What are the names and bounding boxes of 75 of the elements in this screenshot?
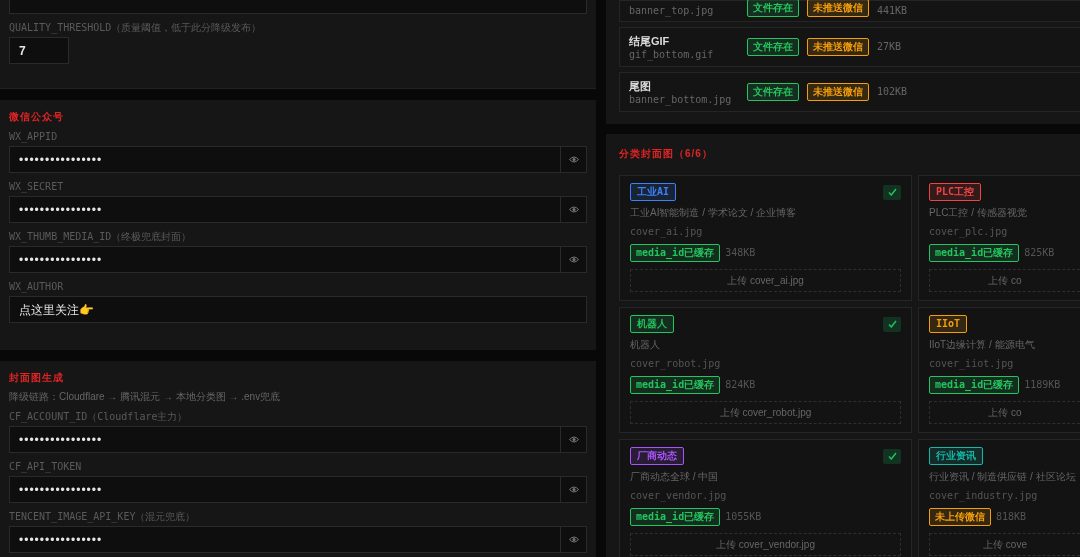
status-badge: media_id已缓存 — [630, 244, 721, 263]
password-field[interactable]: •••••••••••••••• — [9, 246, 560, 273]
field-label: TENCENT_IMAGE_API_KEY（混元兜底） — [9, 511, 197, 523]
file-size: 1055KB — [725, 511, 762, 524]
asset-name: 尾图 — [629, 78, 652, 94]
section-title: 封面图生成 — [9, 372, 65, 384]
status-badge: 未推送微信 — [807, 38, 869, 56]
file-size: 102KB — [877, 86, 908, 98]
file-name: cover_plc.jpg — [929, 225, 1009, 238]
status-badge: 未上传微信 — [929, 508, 991, 527]
field-label: CF_ACCOUNT_ID（Cloudflare主力） — [9, 411, 189, 423]
show-password-button[interactable] — [560, 196, 587, 223]
file-size: 1189KB — [1024, 379, 1061, 392]
password-field[interactable]: •••••••••••••••• — [9, 146, 560, 173]
show-password-button[interactable] — [560, 246, 587, 273]
section-note: 降级链路：Cloudflare → 腾讯混元 → 本地分类图 → .env兜底 — [9, 391, 282, 403]
category-description: 行业资讯 / 制造供应链 / 社区论坛 — [929, 470, 1077, 483]
file-size: 818KB — [996, 511, 1027, 524]
file-name: cover_industry.jpg — [929, 489, 1039, 502]
password-field[interactable]: •••••••••••••••• — [9, 196, 560, 223]
show-password-button[interactable] — [560, 426, 587, 453]
eye-icon — [568, 156, 579, 163]
category-description: IIoT边缘计算 / 能源电气 — [929, 338, 1036, 351]
file-size: 348KB — [725, 247, 756, 260]
password-field[interactable]: •••••••••••••••• — [9, 526, 560, 553]
file-name: gif_bottom.gif — [629, 49, 715, 62]
status-badge: media_id已缓存 — [630, 508, 721, 527]
show-password-button[interactable] — [560, 146, 587, 173]
show-password-button[interactable] — [560, 476, 587, 503]
file-name: cover_ai.jpg — [630, 225, 704, 238]
status-badge: 文件存在 — [747, 83, 799, 101]
category-description: 工业AI智能制造 / 学术论文 / 企业博客 — [630, 206, 798, 219]
input-field[interactable]: 7 — [9, 37, 69, 64]
field-label: WX_AUTHOR — [9, 281, 65, 293]
file-name: banner_top.jpg — [629, 5, 715, 17]
status-badge: media_id已缓存 — [929, 244, 1020, 263]
file-name: cover_robot.jpg — [630, 357, 722, 370]
file-size: 441KB — [877, 5, 908, 17]
eye-icon — [568, 436, 579, 443]
status-badge: media_id已缓存 — [630, 376, 721, 395]
category-description: PLC工控 / 传感器视觉 — [929, 206, 1028, 219]
eye-icon — [568, 206, 579, 213]
file-size: 824KB — [725, 379, 756, 392]
input-field[interactable]: 点这里关注👉 — [9, 296, 587, 323]
field-label: WX_APPID — [9, 131, 59, 143]
status-badge: media_id已缓存 — [929, 376, 1020, 395]
status-badge: 文件存在 — [747, 38, 799, 56]
category-description: 厂商动态全球 / 中国 — [630, 470, 720, 483]
eye-icon — [568, 536, 579, 543]
eye-icon — [568, 486, 579, 493]
category-tag: 工业AI — [630, 183, 677, 201]
category-tag: 厂商动态 — [630, 447, 684, 465]
file-name: cover_vendor.jpg — [630, 489, 728, 502]
field-label: CF_API_TOKEN — [9, 461, 83, 473]
category-tag: 行业资讯 — [929, 447, 983, 465]
show-password-button[interactable] — [560, 526, 587, 553]
category-tag: PLC工控 — [929, 183, 982, 201]
eye-icon — [568, 256, 579, 263]
file-name: banner_bottom.jpg — [629, 94, 733, 107]
section-title: 微信公众号 — [9, 111, 65, 123]
category-description: 机器人 — [630, 338, 661, 351]
password-field[interactable]: •••••••••••••••• — [9, 426, 560, 453]
file-name: cover_iiot.jpg — [929, 357, 1015, 370]
category-tag: IIoT — [929, 315, 968, 333]
category-tag: 机器人 — [630, 315, 674, 333]
file-size: 825KB — [1024, 247, 1055, 260]
file-size: 27KB — [877, 41, 902, 53]
field-label: WX_SECRET — [9, 181, 65, 193]
status-badge: 文件存在 — [747, 0, 799, 17]
asset-name: 结尾GIF — [629, 33, 671, 49]
password-field[interactable]: •••••••••••••••• — [9, 476, 560, 503]
status-badge: 未推送微信 — [807, 83, 869, 101]
field-label: WX_THUMB_MEDIA_ID（终极兜底封面） — [9, 231, 193, 243]
status-badge: 未推送微信 — [807, 0, 869, 17]
section-title: 分类封面图（6/6） — [619, 148, 714, 160]
